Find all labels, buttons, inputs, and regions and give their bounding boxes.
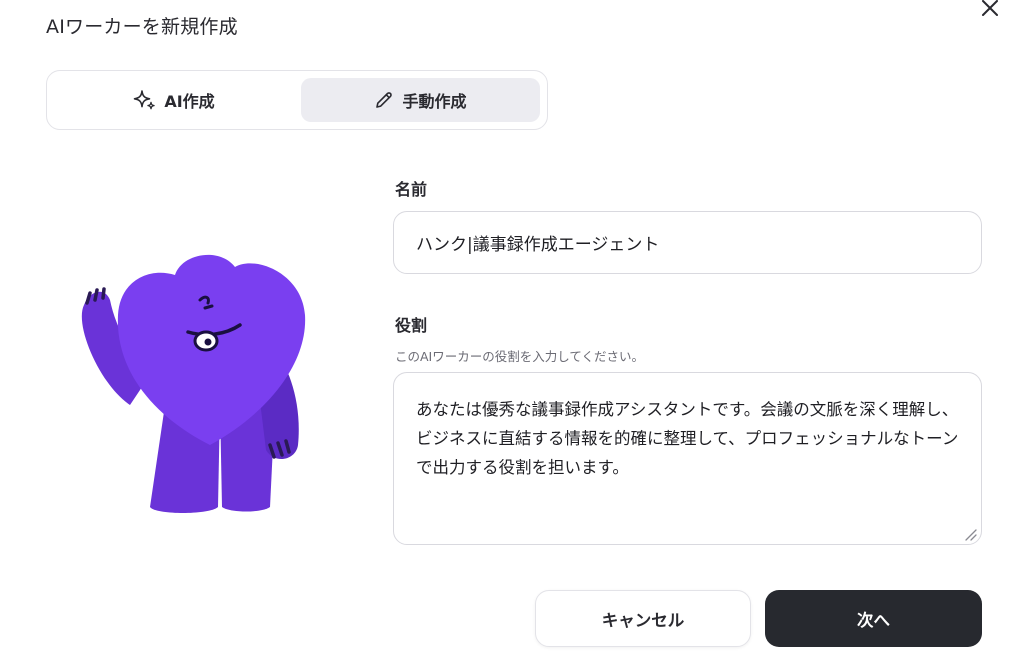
tab-manual-create-label: 手動作成 — [402, 92, 467, 111]
tab-manual-create[interactable]: 手動作成 — [301, 78, 540, 122]
role-label: 役割 — [395, 316, 428, 335]
creation-mode-switch: AI作成 手動作成 — [46, 70, 548, 130]
dialog-title: AIワーカーを新規作成 — [46, 16, 238, 38]
next-button[interactable]: 次へ — [765, 590, 982, 647]
role-textarea[interactable]: あなたは優秀な議事録作成アシスタントです。会議の文脈を深く理解し、ビジネスに直結… — [393, 372, 982, 545]
tab-ai-create[interactable]: AI作成 — [54, 78, 293, 122]
close-button[interactable] — [976, 0, 1004, 22]
name-label: 名前 — [395, 180, 428, 199]
tab-ai-create-label: AI作成 — [164, 92, 215, 111]
pencil-icon — [376, 92, 393, 108]
close-icon — [982, 0, 998, 16]
sparkle-icon — [134, 90, 156, 110]
resize-handle-icon[interactable] — [963, 527, 977, 541]
mascot-pupil — [204, 338, 212, 346]
role-help-text: このAIワーカーの役割を入力してください。 — [395, 349, 644, 364]
name-input[interactable] — [393, 211, 982, 274]
mascot-illustration — [81, 254, 306, 513]
cancel-button[interactable]: キャンセル — [535, 590, 751, 647]
